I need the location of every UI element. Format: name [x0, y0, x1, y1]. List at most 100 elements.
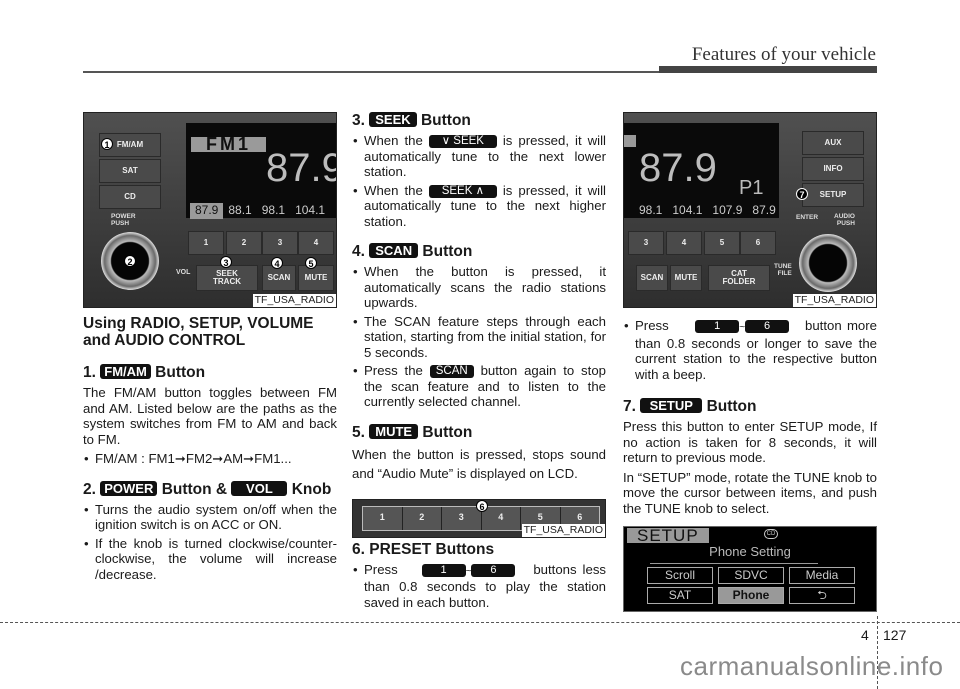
seek-up-badge: SEEK ∧ — [428, 184, 497, 198]
preset-key-2: 2 — [226, 231, 262, 255]
setup-hw-button: SETUP — [802, 183, 864, 207]
figure-caption: TF_USA_RADIO — [792, 294, 876, 307]
fm-am-path: FM/AM : FM1➞FM2➞AM➞FM1... — [83, 451, 337, 467]
section-1-heading: 1. FM/AM Button — [83, 364, 206, 381]
lcd-display: 87.9 P1 98.1 104.1 107.9 87.9 — [624, 123, 779, 218]
section-4-heading: 4. SCAN Button — [352, 243, 473, 260]
callout-3: 3 — [220, 256, 232, 268]
cat-folder-hw-button: CAT FOLDER — [708, 265, 770, 291]
preset-play-bullet: Press 1~6 buttons less than 0.8 seconds … — [352, 562, 606, 611]
sat-hw-button: SAT — [99, 159, 161, 183]
lcd-display: FM1 87.9 87.9 88.1 98.1 104.1 — [186, 123, 337, 219]
header-rule-accent — [659, 66, 877, 73]
preset-key-4: 4 — [298, 231, 334, 255]
callout-2: 2 — [124, 255, 136, 267]
preset-key-3: 3 — [262, 231, 298, 255]
callout-7: 7 — [796, 188, 808, 200]
page-heading: Using RADIO, SETUP, VOLUME and AUDIO CON… — [83, 315, 314, 349]
section-7-body-1: Press this button to enter SETUP mode, I… — [623, 419, 877, 465]
figure-caption: TF_USA_RADIO — [252, 294, 336, 307]
section-2-heading: 2. POWER Button & VOL Knob — [83, 480, 332, 498]
seek-down-badge: ∨ SEEK — [428, 135, 497, 148]
vol-label: VOL — [176, 269, 191, 276]
seek-badge: SEEK — [369, 112, 417, 127]
setup-divider — [650, 563, 818, 564]
tune-file-label: TUNE FILE — [774, 263, 792, 277]
footer-divider — [0, 622, 960, 623]
preset-key-4: 4 — [481, 506, 521, 530]
mute-badge: MUTE — [369, 423, 419, 439]
enter-label: ENTER — [796, 214, 819, 221]
chapter-number: 4 — [861, 627, 869, 643]
setup-item-scroll: Scroll — [647, 567, 713, 584]
lcd-preset: 88.1 — [228, 203, 252, 217]
setup-screen-figure: SETUP CD Phone Setting Scroll SDVC Media… — [623, 526, 877, 612]
lcd-preset: 87.9 — [752, 203, 776, 217]
scan-inline-badge: SCAN — [429, 365, 474, 378]
setup-item-sat: SAT — [647, 587, 713, 604]
power-label: POWER PUSH — [111, 213, 136, 227]
radio-right-figure: 87.9 P1 98.1 104.1 107.9 87.9 AUX INFO S… — [623, 112, 877, 308]
preset-key-1: 1 — [363, 506, 403, 530]
section-title: Features of your vehicle — [691, 44, 876, 65]
preset-strip-figure: 1 2 3 4 5 6 6 TF_USA_RADIO — [352, 498, 606, 538]
setup-tag: SETUP — [627, 527, 709, 544]
section-6-heading: 6. PRESET Buttons — [352, 540, 495, 558]
preset-key-2: 2 — [402, 506, 442, 530]
lcd-preset: 107.9 — [712, 203, 743, 217]
mute-hw-button: MUTE — [670, 265, 702, 291]
section-7-heading: 7. SETUP Button — [623, 398, 757, 415]
lcd-frequency: 87.9 — [266, 146, 337, 190]
lcd-preset: 98.1 — [261, 203, 286, 217]
section-7-body-2: In “SETUP” mode, rotate the TUNE knob to… — [623, 469, 877, 516]
setup-item-media: Media — [789, 567, 855, 584]
section-5-heading: 5. MUTE Button — [352, 423, 473, 441]
preset-1-badge: 1 — [421, 563, 466, 577]
scan-badge: SCAN — [369, 243, 419, 258]
preset-key-3: 3 — [442, 506, 482, 530]
column-2: 3. SEEK Button When the ∨ SEEK is presse… — [352, 112, 606, 613]
callout-1: 1 — [101, 138, 113, 150]
watermark: carmanualsonline.info — [680, 651, 944, 681]
scan-bullet: The SCAN feature steps through each stat… — [352, 314, 606, 361]
section-1-body: The FM/AM button toggles between FM and … — [83, 385, 337, 447]
preset-key-3: 3 — [628, 231, 664, 255]
lcd-band: FM1 — [191, 135, 266, 153]
lcd-frequency: 87.9 — [639, 146, 717, 190]
preset-key-1: 1 — [188, 231, 224, 255]
scan-hw-button: SCAN — [636, 265, 668, 291]
section-3-heading: 3. SEEK Button — [352, 112, 471, 129]
seek-track-hw-button: SEEK TRACK — [196, 265, 258, 291]
lcd-preset: 98.1 — [639, 203, 663, 217]
callout-5: 5 — [305, 257, 317, 269]
seek-up-bullet: When the SEEK ∧ is pressed, it will auto… — [352, 183, 606, 230]
preset-6-badge: 6 — [471, 563, 516, 577]
section-2-bullet: Turns the audio system on/off when the i… — [83, 502, 337, 533]
setup-heading: Phone Setting — [709, 544, 791, 559]
callout-4: 4 — [271, 257, 283, 269]
power-badge: POWER — [100, 480, 158, 496]
radio-left-figure: FM1 87.9 87.9 88.1 98.1 104.1 FM/AM SAT … — [83, 112, 337, 308]
aux-hw-button: AUX — [802, 131, 864, 155]
vol-badge: VOL — [231, 480, 288, 496]
cd-hw-button: CD — [99, 185, 161, 209]
tune-knob — [799, 234, 857, 292]
section-5-body: When the button is pressed, stops sound … — [352, 446, 606, 481]
callout-6: 6 — [476, 499, 488, 512]
preset-1-badge: 1 — [695, 320, 740, 333]
lcd-preset-list: 87.9 88.1 98.1 104.1 — [190, 203, 330, 219]
fm-am-badge: FM/AM — [100, 364, 151, 379]
column-3: 87.9 P1 98.1 104.1 107.9 87.9 AUX INFO S… — [623, 112, 877, 612]
audio-push-label: AUDIO PUSH — [834, 213, 855, 227]
column-1: FM1 87.9 87.9 88.1 98.1 104.1 FM/AM SAT … — [83, 112, 337, 585]
figure-caption: TF_USA_RADIO — [521, 523, 605, 537]
seek-down-bullet: When the ∨ SEEK is pressed, it will auto… — [352, 133, 606, 180]
scan-bullet: When the button is pressed, it automatic… — [352, 264, 606, 311]
preset-key-6: 6 — [740, 231, 776, 255]
setup-menu-grid: Scroll SDVC Media SAT Phone ⮌ — [647, 567, 855, 604]
lcd-preset-list: 98.1 104.1 107.9 87.9 — [634, 203, 781, 219]
preset-key-5: 5 — [704, 231, 740, 255]
preset-key-4: 4 — [666, 231, 702, 255]
page-number: 127 — [883, 627, 907, 643]
scan-bullet: Press the SCAN button again to stop the … — [352, 363, 606, 410]
